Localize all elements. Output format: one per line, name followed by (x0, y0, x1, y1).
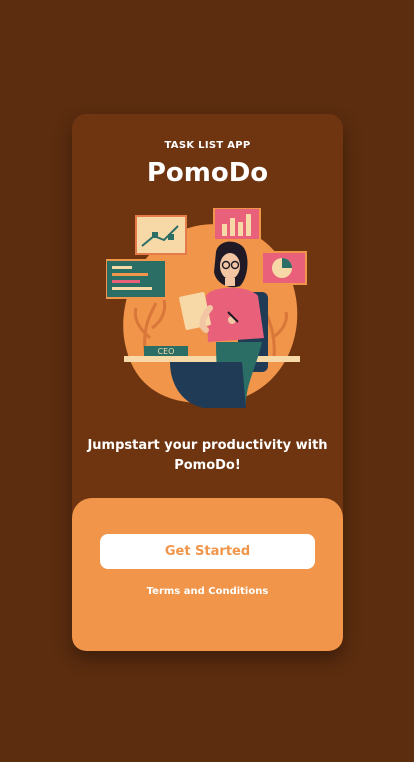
welcome-card: TASK LIST APP PomoDo CEO Jumpstart your … (72, 114, 343, 651)
desk-nameplate-label: CEO (158, 347, 175, 356)
app-screen: TASK LIST APP PomoDo CEO Jumpstart your … (0, 0, 414, 762)
action-panel: Get Started Terms and Conditions (72, 498, 343, 651)
app-subtitle: TASK LIST APP (164, 140, 251, 151)
tagline: Jumpstart your productivity with PomoDo! (87, 438, 328, 473)
hero-illustration: CEO (106, 208, 307, 408)
app-title: PomoDo (146, 158, 269, 188)
get-started-button[interactable]: Get Started (100, 534, 315, 569)
terms-and-conditions-link[interactable]: Terms and Conditions (72, 586, 343, 597)
